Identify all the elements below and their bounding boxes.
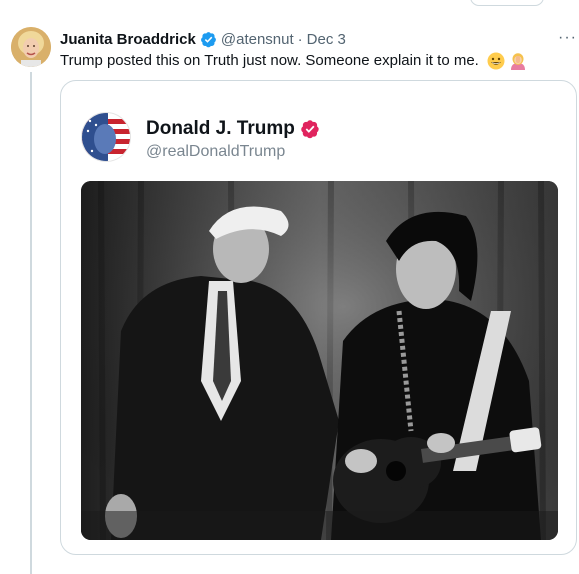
avatar-portrait (11, 27, 51, 67)
tweet-text: Trump posted this on Truth just now. Som… (60, 51, 527, 71)
quoted-author-handle[interactable]: @realDonaldTrump (146, 143, 285, 161)
flag-portrait-avatar (82, 113, 130, 161)
author-avatar[interactable] (11, 27, 51, 67)
grinning-face-emoji-icon (487, 52, 505, 70)
quoted-author-avatar[interactable] (81, 112, 131, 162)
quoted-author-name[interactable]: Donald J. Trump (146, 118, 295, 140)
stage-photo-illustration (81, 181, 558, 540)
author-handle[interactable]: @atensnut (221, 31, 294, 48)
author-name[interactable]: Juanita Broaddrick (60, 31, 196, 48)
top-partial-button[interactable] (470, 0, 544, 6)
thread-line (30, 72, 32, 574)
tweet-header: Juanita Broaddrick @atensnut · Dec 3 (60, 29, 346, 49)
tweet-body: Trump posted this on Truth just now. Som… (60, 52, 479, 69)
person-facepalming-emoji-icon (509, 52, 527, 70)
quoted-author-name-row: Donald J. Trump (146, 118, 320, 140)
verified-badge-icon (300, 119, 320, 139)
post-image[interactable] (81, 181, 558, 540)
quoted-post-card[interactable]: Donald J. Trump @realDonaldTrump (60, 80, 577, 555)
verified-badge-icon (200, 31, 217, 48)
separator-dot: · (297, 30, 303, 48)
more-options-icon[interactable]: ··· (558, 30, 577, 46)
tweet-date[interactable]: Dec 3 (307, 31, 346, 48)
